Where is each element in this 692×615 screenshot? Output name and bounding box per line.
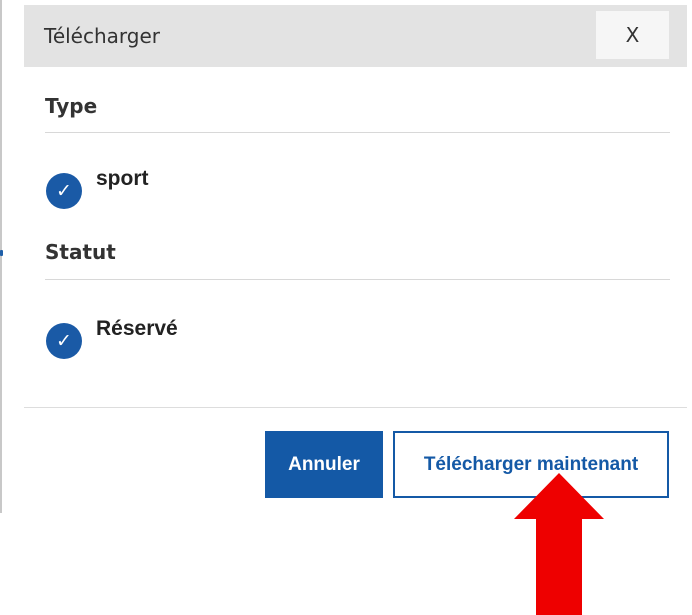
dialog-title: Télécharger bbox=[44, 24, 161, 48]
dialog-header: Télécharger X bbox=[24, 5, 687, 67]
option-label-reserve: Réservé bbox=[96, 317, 178, 340]
cancel-button[interactable]: Annuler bbox=[265, 431, 383, 498]
close-button[interactable]: X bbox=[596, 11, 669, 59]
checkmark-icon: ✓ bbox=[46, 173, 82, 209]
option-label-sport: sport bbox=[96, 167, 149, 190]
option-sport[interactable]: ✓ sport bbox=[46, 167, 346, 209]
section-title-type: Type bbox=[45, 94, 98, 118]
section-divider-type bbox=[45, 132, 670, 133]
background-page-edge bbox=[0, 0, 2, 513]
checkmark-icon: ✓ bbox=[46, 323, 82, 359]
footer-divider bbox=[24, 407, 687, 408]
option-reserve[interactable]: ✓ Réservé bbox=[46, 317, 346, 359]
section-title-statut: Statut bbox=[45, 240, 116, 264]
section-divider-statut bbox=[45, 279, 670, 280]
arrow-up-icon bbox=[514, 473, 604, 615]
background-page-marker bbox=[0, 250, 3, 256]
download-dialog: Télécharger X Type ✓ sport Statut ✓ Rése… bbox=[24, 5, 687, 513]
